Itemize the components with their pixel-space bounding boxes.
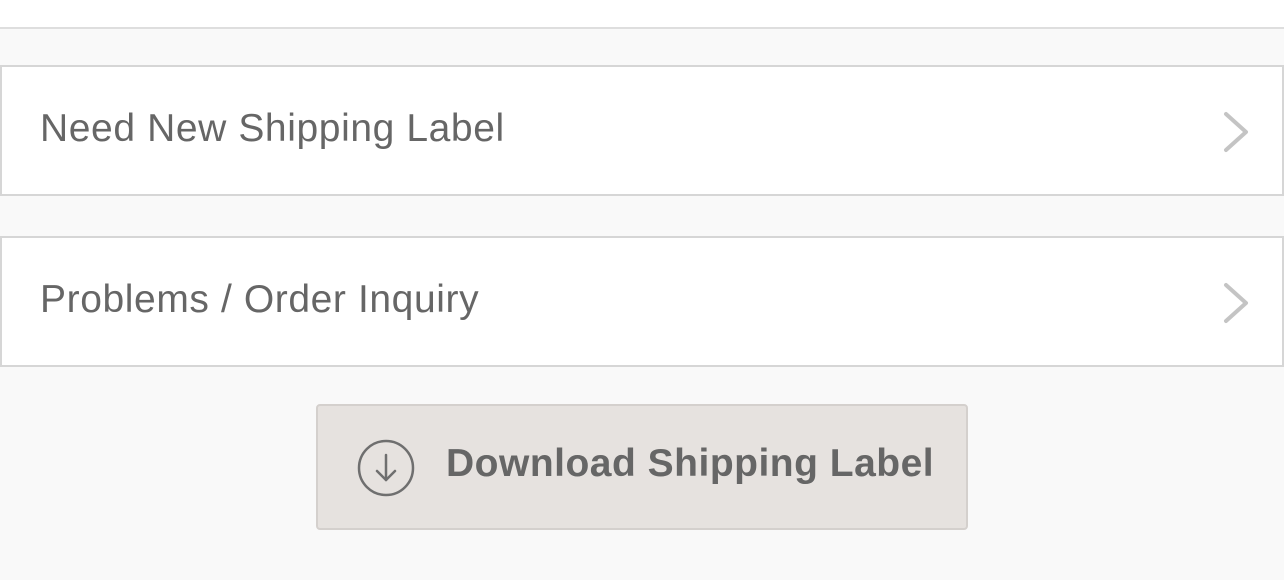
menu-item-label: Need New Shipping Label <box>40 107 505 150</box>
chevron-right-icon <box>1224 283 1248 323</box>
menu-item-need-new-shipping-label[interactable]: Need New Shipping Label <box>0 65 1284 196</box>
download-button-label: Download Shipping Label <box>446 442 935 485</box>
menu-item-label: Problems / Order Inquiry <box>40 278 480 321</box>
menu-item-problems-order-inquiry[interactable]: Problems / Order Inquiry <box>0 236 1284 367</box>
download-arrow-icon <box>357 439 415 497</box>
chevron-right-icon <box>1224 112 1248 152</box>
download-shipping-label-button[interactable]: Download Shipping Label <box>316 404 968 530</box>
top-divider <box>0 0 1284 29</box>
